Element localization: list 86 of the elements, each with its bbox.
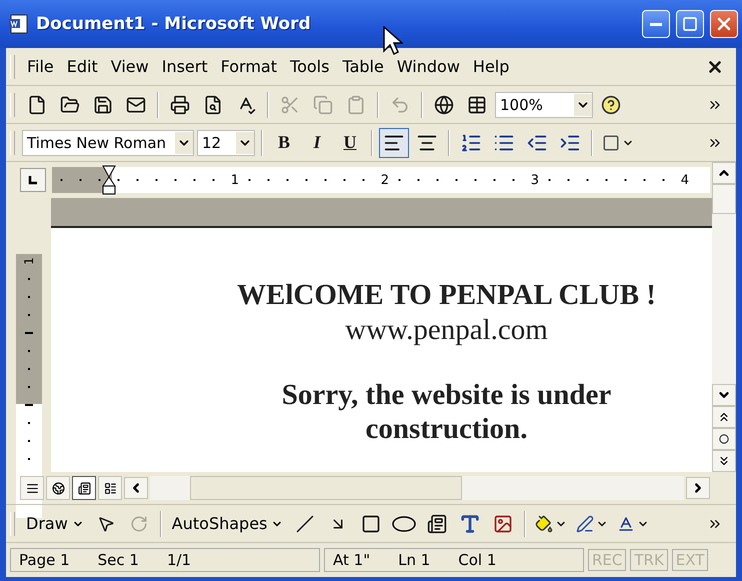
font-color-icon bbox=[617, 514, 636, 532]
text-box-icon bbox=[427, 514, 448, 534]
font-dropdown[interactable]: Times New Roman bbox=[22, 130, 194, 156]
image-icon bbox=[493, 514, 514, 534]
previous-page-button[interactable] bbox=[712, 406, 736, 428]
underline-button[interactable]: U bbox=[335, 128, 365, 158]
status-text: Ln 1 bbox=[398, 551, 430, 569]
border-icon bbox=[602, 134, 620, 152]
globe-icon bbox=[52, 482, 64, 494]
status-text: At 1" bbox=[333, 551, 370, 569]
save-icon bbox=[93, 94, 113, 114]
menu-item[interactable]: Table bbox=[337, 55, 389, 78]
menu-item[interactable]: Format bbox=[216, 55, 282, 78]
scroll-left-button[interactable] bbox=[124, 477, 148, 499]
new-icon bbox=[27, 94, 47, 114]
window-title: Document1 - Microsoft Word bbox=[36, 14, 312, 34]
menu-item[interactable]: Insert bbox=[156, 55, 213, 78]
view-button[interactable] bbox=[98, 476, 122, 500]
zoom-dropdown[interactable]: 100% bbox=[495, 92, 593, 118]
line-icon bbox=[296, 514, 314, 532]
font-size-dropdown[interactable]: 12 bbox=[197, 130, 255, 156]
autoshapes-menu-button[interactable]: AutoShapes bbox=[168, 512, 288, 535]
page-icon bbox=[78, 482, 90, 494]
close-button[interactable] bbox=[710, 10, 738, 38]
status-text: Col 1 bbox=[458, 551, 496, 569]
status-text: 1/1 bbox=[166, 551, 192, 569]
print-icon bbox=[170, 94, 190, 114]
scroll-right-button[interactable] bbox=[686, 477, 710, 499]
ruler-number: 1 bbox=[22, 257, 36, 265]
tab-selector-button[interactable] bbox=[20, 168, 46, 192]
circle-icon bbox=[719, 434, 729, 444]
scroll-thumb[interactable] bbox=[712, 184, 736, 214]
scroll-down-button[interactable] bbox=[712, 384, 736, 406]
scroll-up-button[interactable] bbox=[712, 162, 736, 184]
status-text: Sec 1 bbox=[98, 551, 139, 569]
browse-object-button[interactable] bbox=[712, 428, 736, 450]
indent-marker-icon[interactable] bbox=[102, 165, 116, 195]
status-indicator: REC bbox=[588, 549, 626, 571]
maximize-button[interactable] bbox=[676, 10, 704, 38]
draw-menu-button[interactable]: Draw bbox=[22, 512, 88, 535]
letter-icon bbox=[459, 512, 482, 534]
view-button[interactable] bbox=[46, 476, 70, 500]
align-left-button[interactable] bbox=[379, 128, 409, 158]
status-indicator: TRK bbox=[630, 549, 668, 571]
italic-button[interactable]: I bbox=[302, 128, 332, 158]
globe-icon bbox=[434, 94, 454, 114]
document-text: WElCOME TO PENPAL CLUB ! bbox=[236, 278, 657, 313]
minimize-icon bbox=[650, 22, 662, 26]
view-button[interactable] bbox=[72, 476, 96, 500]
pointer-icon bbox=[96, 514, 115, 532]
print-preview-icon bbox=[203, 94, 223, 114]
undo-icon bbox=[390, 94, 410, 114]
status-indicator: EXT bbox=[672, 549, 708, 571]
menu-item[interactable]: File bbox=[22, 55, 59, 78]
ruler-number: 3 bbox=[530, 172, 540, 188]
bold-button[interactable]: B bbox=[269, 128, 299, 158]
maximize-icon bbox=[682, 16, 698, 32]
status-text: Page 1 bbox=[19, 551, 70, 569]
rotate-icon bbox=[130, 514, 148, 532]
copy-icon bbox=[313, 94, 333, 114]
lines-icon bbox=[26, 482, 38, 494]
view-button[interactable] bbox=[20, 476, 44, 500]
pen-icon bbox=[576, 514, 594, 532]
minimize-button[interactable] bbox=[642, 10, 670, 38]
menu-item[interactable]: Help bbox=[468, 55, 514, 78]
next-page-button[interactable] bbox=[712, 450, 736, 472]
document-text: www.penpal.com bbox=[344, 312, 549, 348]
outline-icon bbox=[104, 482, 116, 494]
cut-icon bbox=[280, 94, 300, 114]
mail-icon bbox=[126, 94, 146, 114]
open-folder-icon bbox=[60, 94, 80, 114]
left-tab-icon bbox=[28, 175, 38, 185]
paste-icon bbox=[346, 94, 366, 114]
table-icon bbox=[467, 94, 487, 114]
paint-bucket-icon bbox=[535, 514, 554, 532]
scroll-thumb[interactable] bbox=[190, 476, 462, 500]
menu-item[interactable]: Window bbox=[392, 55, 465, 78]
menu-item[interactable]: Tools bbox=[285, 55, 334, 78]
menu-item[interactable]: View bbox=[106, 55, 154, 78]
oval-icon bbox=[392, 516, 416, 532]
mouse-cursor-icon bbox=[383, 26, 403, 56]
menu-item[interactable]: Edit bbox=[62, 55, 103, 78]
help-icon bbox=[601, 94, 621, 114]
document-text: Sorry, the website is under construction. bbox=[280, 378, 612, 448]
word-icon bbox=[8, 13, 30, 35]
rectangle-icon bbox=[361, 514, 382, 534]
